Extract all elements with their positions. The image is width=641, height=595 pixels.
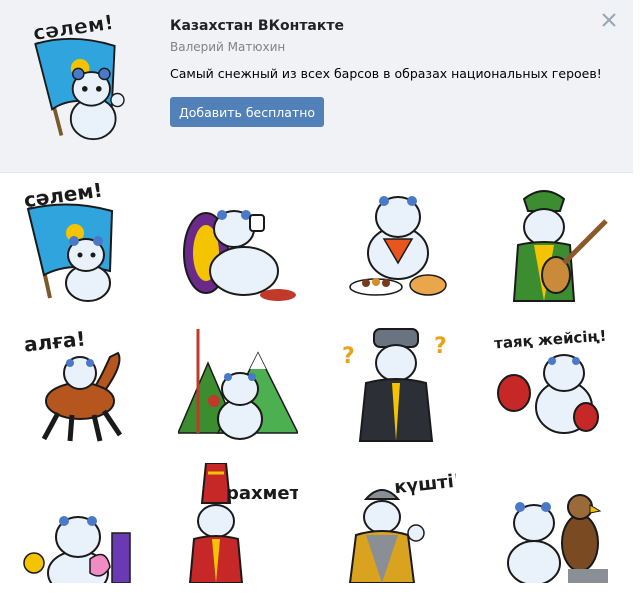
sticker-eagle[interactable] [479, 453, 629, 593]
question-mark-right-icon: ? [434, 334, 447, 359]
sticker-dombra-image [512, 190, 608, 302]
sticker-boxing[interactable]: таяқ жейсің! [479, 313, 629, 453]
sticker-rakhmet[interactable]: рахмет [163, 453, 313, 593]
sticker-grid: сәлем! алға! ? ? таяқ жейсің! рахмет күш… [0, 173, 637, 595]
pack-header: сәлем! Казахстан ВКонтакте Валерий Матюх… [0, 0, 637, 173]
sticker-tea[interactable] [163, 173, 313, 313]
sticker-dastarkhan[interactable] [321, 173, 471, 313]
close-icon[interactable] [600, 11, 618, 29]
sticker-dastarkhan-image [349, 196, 447, 296]
sticker-mountains-image [178, 329, 298, 440]
sticker-caption: таяқ жейсің! [494, 327, 607, 353]
sticker-caption: күшті! [393, 470, 456, 498]
sticker-pack-modal: сәлем! Казахстан ВКонтакте Валерий Матюх… [0, 0, 637, 595]
add-free-button[interactable]: Добавить бесплатно [170, 97, 324, 127]
sticker-warrior[interactable]: күшті! [321, 453, 471, 593]
sticker-caption: алға! [23, 326, 87, 356]
pack-author[interactable]: Валерий Матюхин [170, 40, 285, 54]
sticker-tea-image [183, 210, 296, 301]
sticker-salem-image: сәлем! [22, 183, 114, 302]
sticker-caption: рахмет [226, 483, 298, 504]
pack-description: Самый снежный из всех барсов в образах н… [170, 66, 602, 81]
sticker-boxing-image: таяқ жейсің! [494, 327, 607, 434]
question-mark-left-icon: ? [342, 344, 355, 369]
sticker-horse[interactable]: алға! [5, 313, 155, 453]
sticker-question[interactable]: ? ? [321, 313, 471, 453]
sticker-city-image [23, 516, 131, 583]
sticker-dombra[interactable] [479, 173, 629, 313]
pack-cover-sticker: сәлем! [31, 12, 125, 141]
sticker-mountains[interactable] [163, 313, 313, 453]
sticker-salem[interactable]: сәлем! [5, 173, 155, 313]
sticker-city[interactable] [5, 453, 155, 593]
leopard-icon [69, 67, 125, 141]
sticker-question-image: ? ? [342, 328, 447, 442]
sticker-rakhmet-image: рахмет [188, 463, 298, 583]
sticker-eagle-image [507, 494, 608, 583]
scrollbar[interactable] [633, 0, 637, 595]
sticker-warrior-image: күшті! [348, 470, 456, 583]
sticker-horse-image: алға! [23, 326, 123, 442]
pack-title: Казахстан ВКонтакте [170, 18, 344, 34]
